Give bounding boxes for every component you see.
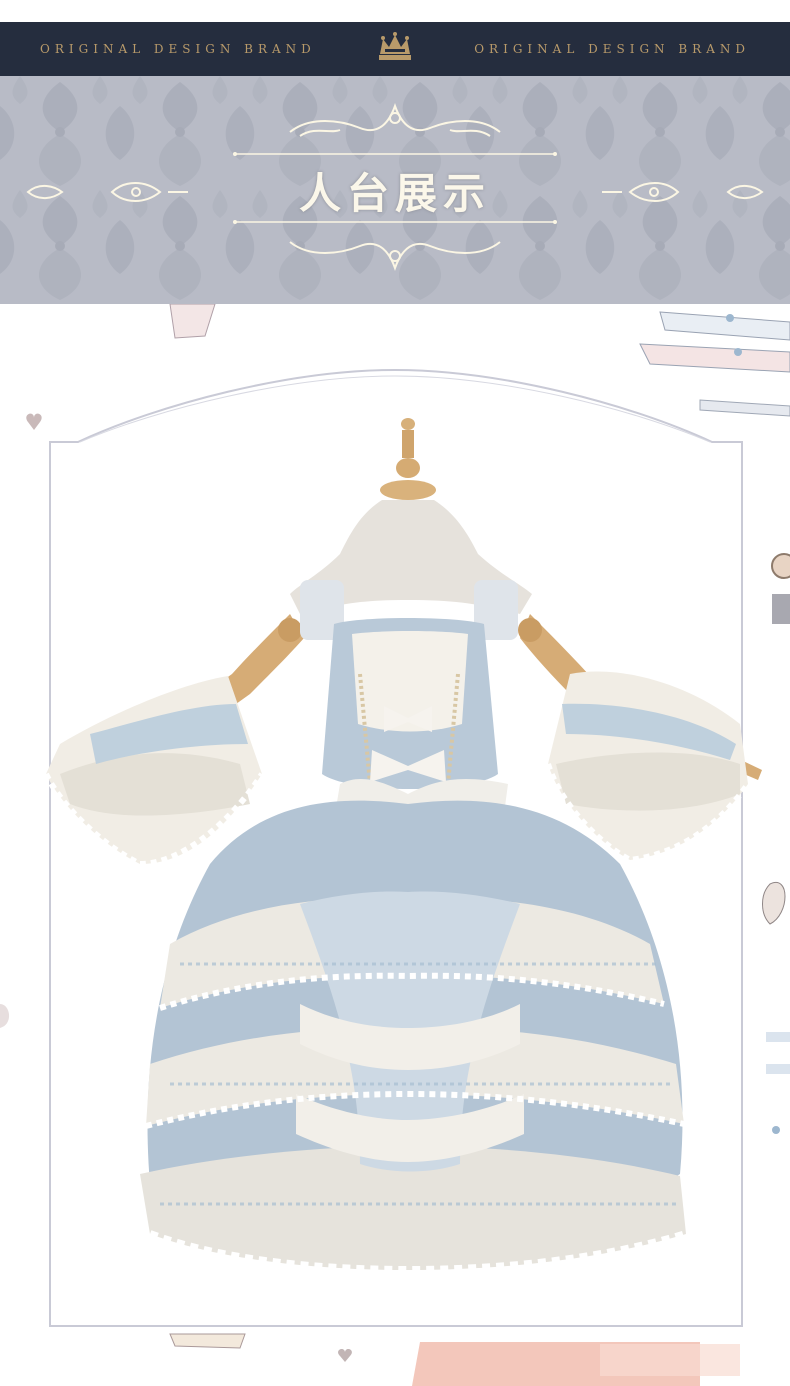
banner-title: 人台展示 [298, 169, 491, 218]
crown-icon [375, 31, 415, 67]
mannequin-finial [380, 418, 436, 500]
brand-text-left: ORIGINAL DESIGN BRAND [40, 42, 316, 56]
top-strip [0, 0, 790, 22]
brand-text-right: ORIGINAL DESIGN BRAND [474, 42, 750, 56]
brand-bar: ORIGINAL DESIGN BRAND ORIGINAL DESIGN BR… [0, 22, 790, 76]
dress-mannequin-photo [43, 418, 762, 1275]
